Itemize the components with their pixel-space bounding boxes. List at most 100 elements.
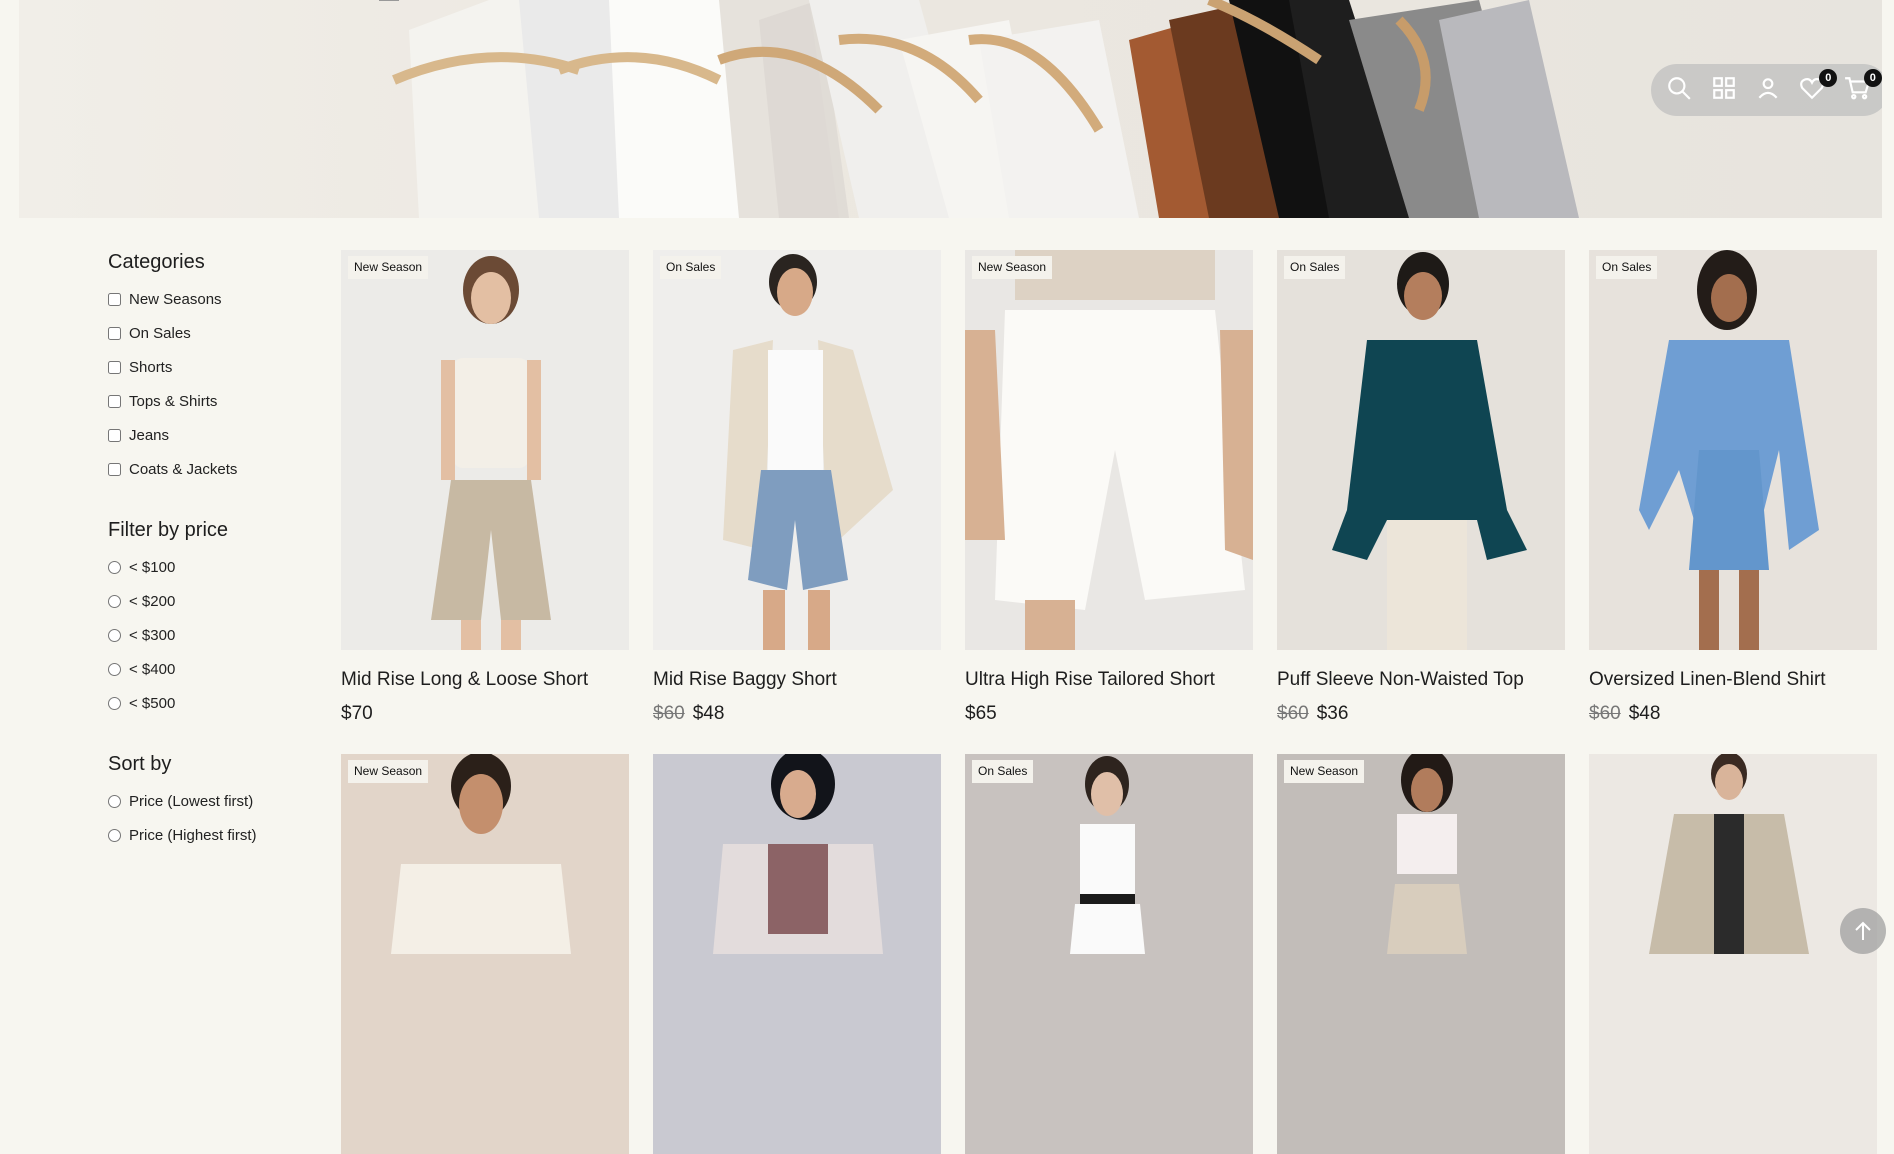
- sort-option-lowest[interactable]: Price (Lowest first): [108, 784, 308, 818]
- product-price: $60 $36: [1277, 702, 1565, 726]
- product-tag: New Season: [972, 256, 1053, 279]
- price-option-500[interactable]: < $500: [108, 686, 308, 720]
- price-label: < $300: [129, 626, 176, 644]
- sort-label: Price (Highest first): [129, 826, 257, 844]
- search-icon[interactable]: [1666, 75, 1696, 105]
- user-icon[interactable]: [1755, 75, 1785, 105]
- category-option-coats-jackets[interactable]: Coats & Jackets: [108, 452, 308, 486]
- price-radio[interactable]: [108, 696, 121, 710]
- price-option-300[interactable]: < $300: [108, 618, 308, 652]
- product-card[interactable]: On Sales: [965, 754, 1253, 1154]
- product-price: $70: [341, 702, 629, 726]
- price-option-200[interactable]: < $200: [108, 584, 308, 618]
- product-image[interactable]: On Sales: [1589, 250, 1877, 650]
- price-option-100[interactable]: < $100: [108, 550, 308, 584]
- product-image[interactable]: New Season: [1277, 754, 1565, 1154]
- sort-radio[interactable]: [108, 794, 121, 808]
- old-price: $60: [653, 703, 685, 724]
- price-filter-title: Filter by price: [108, 519, 229, 541]
- category-label: Tops & Shirts: [129, 392, 218, 410]
- price-filter: Filter by price < $100 < $200 < $300 < $…: [108, 516, 308, 720]
- product-image[interactable]: On Sales: [653, 250, 941, 650]
- sort-group: Sort by Price (Lowest first) Price (High…: [108, 750, 308, 852]
- product-name[interactable]: Oversized Linen-Blend Shirt: [1589, 668, 1877, 692]
- current-price: $36: [1316, 703, 1349, 724]
- category-option-new-seasons[interactable]: New Seasons: [108, 282, 308, 316]
- price-radio[interactable]: [108, 560, 121, 574]
- product-image[interactable]: On Sales: [1277, 250, 1565, 650]
- product-name[interactable]: Ultra High Rise Tailored Short: [965, 668, 1253, 692]
- old-price: $60: [1277, 703, 1309, 724]
- category-label: Jeans: [129, 426, 170, 444]
- current-price: $65: [965, 703, 997, 724]
- product-image[interactable]: New Season: [965, 250, 1253, 650]
- product-tag: On Sales: [972, 760, 1034, 783]
- product-card[interactable]: On Sales Puff Sleeve Non-Waisted Top $60…: [1277, 250, 1565, 754]
- category-option-shorts[interactable]: Shorts: [108, 350, 308, 384]
- category-checkbox[interactable]: [108, 394, 121, 408]
- product-card[interactable]: On Sales Oversized Linen-Blend Shirt $60…: [1589, 250, 1877, 754]
- product-card[interactable]: On Sales Mid Rise Baggy Short $60 $48: [653, 250, 941, 754]
- product-tag: On Sales: [1596, 256, 1658, 279]
- product-card[interactable]: New Season Ultra High Rise Tailored Shor…: [965, 250, 1253, 754]
- product-name[interactable]: Mid Rise Baggy Short: [653, 668, 941, 692]
- product-price: $60 $48: [653, 702, 941, 726]
- scroll-to-top-button[interactable]: [1840, 908, 1886, 954]
- clothes-rack-image: [379, 0, 1579, 218]
- category-label: On Sales: [129, 324, 191, 342]
- category-option-tops-shirts[interactable]: Tops & Shirts: [108, 384, 308, 418]
- sort-option-highest[interactable]: Price (Highest first): [108, 818, 308, 852]
- product-tag: New Season: [348, 760, 429, 783]
- categories-title: Categories: [108, 251, 205, 273]
- cart-icon[interactable]: 0: [1844, 69, 1882, 105]
- product-name[interactable]: Mid Rise Long & Loose Short: [341, 668, 629, 692]
- product-card[interactable]: New Season: [1277, 754, 1565, 1154]
- grid-icon[interactable]: [1711, 75, 1741, 105]
- filter-sidebar: Categories New Seasons On Sales Shorts T…: [108, 248, 308, 882]
- price-label: < $200: [129, 592, 176, 610]
- categories-filter: Categories New Seasons On Sales Shorts T…: [108, 248, 308, 486]
- product-image[interactable]: [1589, 754, 1877, 1154]
- product-image[interactable]: [653, 754, 941, 1154]
- product-card[interactable]: New Season: [341, 754, 629, 1154]
- category-label: Coats & Jackets: [129, 460, 238, 478]
- category-checkbox[interactable]: [108, 360, 121, 374]
- current-price: $48: [1628, 703, 1661, 724]
- product-tag: New Season: [348, 256, 429, 279]
- category-option-on-sales[interactable]: On Sales: [108, 316, 308, 350]
- current-price: $70: [341, 703, 373, 724]
- wishlist-count-badge: 0: [1819, 69, 1838, 87]
- price-label: < $500: [129, 694, 176, 712]
- product-name[interactable]: Puff Sleeve Non-Waisted Top: [1277, 668, 1565, 692]
- category-checkbox[interactable]: [108, 326, 121, 340]
- product-grid: New Season Mid Rise Long & Loose Short $…: [341, 250, 1879, 1154]
- category-checkbox[interactable]: [108, 292, 121, 306]
- product-price: $65: [965, 702, 1253, 726]
- current-price: $48: [692, 703, 725, 724]
- product-image[interactable]: On Sales: [965, 754, 1253, 1154]
- price-radio[interactable]: [108, 628, 121, 642]
- product-tag: On Sales: [1284, 256, 1346, 279]
- product-price: $60 $48: [1589, 702, 1877, 726]
- product-card[interactable]: New Season Mid Rise Long & Loose Short $…: [341, 250, 629, 754]
- heart-icon[interactable]: 0: [1799, 69, 1838, 105]
- price-option-400[interactable]: < $400: [108, 652, 308, 686]
- product-image[interactable]: New Season: [341, 250, 629, 650]
- header-toolbar: 0 0: [1651, 64, 1882, 116]
- category-label: Shorts: [129, 358, 173, 376]
- price-radio[interactable]: [108, 662, 121, 676]
- category-checkbox[interactable]: [108, 462, 121, 476]
- product-tag: On Sales: [660, 256, 722, 279]
- category-option-jeans[interactable]: Jeans: [108, 418, 308, 452]
- product-card[interactable]: [1589, 754, 1877, 1154]
- cart-count-badge: 0: [1863, 69, 1882, 87]
- price-label: < $400: [129, 660, 176, 678]
- price-radio[interactable]: [108, 594, 121, 608]
- price-label: < $100: [129, 558, 176, 576]
- product-image[interactable]: New Season: [341, 754, 629, 1154]
- category-checkbox[interactable]: [108, 428, 121, 442]
- sort-label: Price (Lowest first): [129, 792, 254, 810]
- sort-radio[interactable]: [108, 828, 121, 842]
- product-card[interactable]: [653, 754, 941, 1154]
- arrow-up-icon: [1855, 921, 1871, 940]
